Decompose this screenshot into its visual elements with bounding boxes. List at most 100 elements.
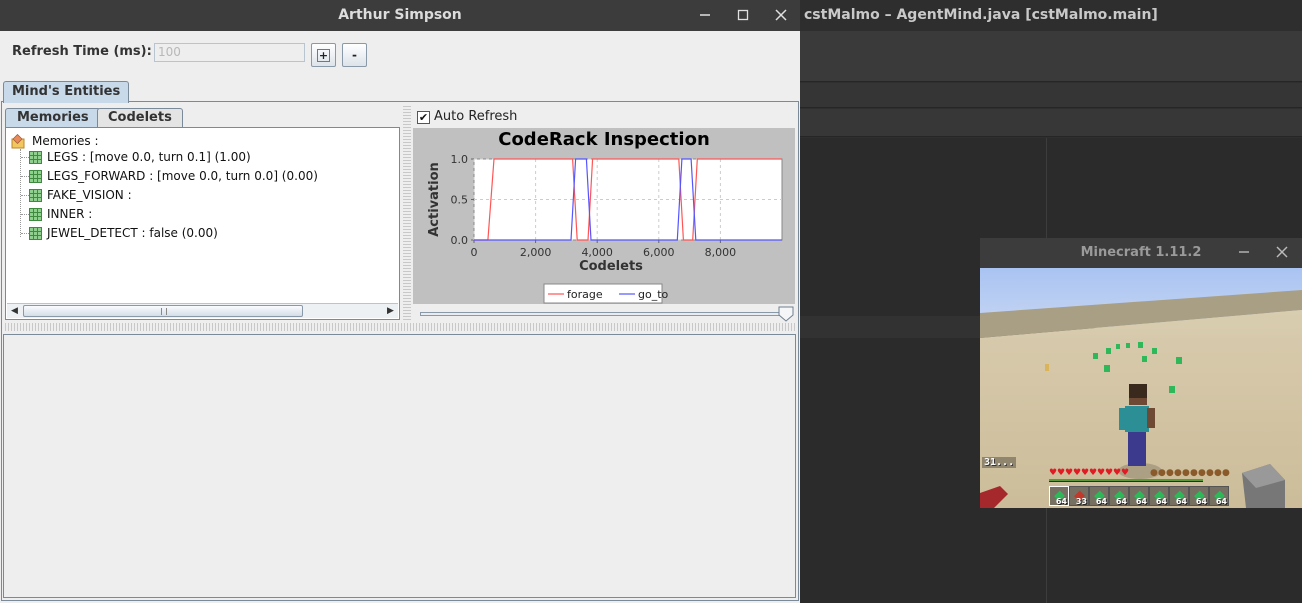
hunger-icon: ● (1214, 468, 1222, 478)
hunger-icon: ● (1158, 468, 1166, 478)
tree-item-label: FAKE_VISION : (47, 188, 132, 202)
hunger-icon: ● (1182, 468, 1190, 478)
tree-item[interactable]: LEGS : [move 0.0, turn 0.1] (1.00) (29, 148, 251, 167)
tree-item[interactable]: FAKE_VISION : (29, 186, 132, 205)
time-slider[interactable] (420, 306, 794, 322)
memories-tree[interactable]: Memories : LEGS : [move 0.0, turn 0.1] (… (7, 129, 398, 302)
tree-horizontal-scrollbar[interactable]: ◀ ▶ (7, 303, 398, 318)
tree-item-label: INNER : (47, 207, 93, 221)
hotbar-slot[interactable]: 64 (1129, 486, 1149, 506)
tree-connector (21, 214, 29, 215)
decrease-refresh-button[interactable]: - (342, 43, 367, 67)
scroll-left-icon[interactable]: ◀ (7, 304, 22, 318)
memories-tree-panel: Memories : LEGS : [move 0.0, turn 0.1] (… (5, 127, 400, 320)
auto-refresh-checkbox[interactable]: ✔ (417, 111, 430, 124)
hotbar-count: 64 (1135, 497, 1147, 506)
auto-refresh-label: Auto Refresh (434, 109, 518, 124)
hotbar-slot[interactable]: 64 (1209, 486, 1229, 506)
x-tick-label: 6,000 (643, 246, 675, 259)
tree-connector (21, 233, 29, 234)
ide-title: cstMalmo – AgentMind.java [cstMalmo.main… (800, 0, 1302, 31)
mind-viewer-window: Arthur Simpson Refresh Time (ms): 100 + … (0, 0, 800, 603)
tree-item[interactable]: LEGS_FORWARD : [move 0.0, turn 0.0] (0.0… (29, 167, 318, 186)
maximize-button[interactable] (731, 4, 755, 28)
plus-label: + (317, 49, 330, 62)
refresh-time-label: Refresh Time (ms): (12, 44, 152, 59)
split-pane-divider-vertical[interactable] (403, 104, 411, 322)
scrollbar-grip (161, 308, 167, 315)
hotbar-slot[interactable]: 64 (1169, 486, 1189, 506)
memory-grid-icon (29, 151, 42, 164)
coderack-chart: 0.0 0.5 1.0 0 2,000 4,000 6,000 8,000 Codelets Ac… (413, 128, 795, 304)
heart-icon: ♥ (1057, 468, 1065, 478)
plot-area (473, 158, 783, 241)
heart-icon: ♥ (1121, 468, 1129, 478)
chart-canvas: 0.0 0.5 1.0 0 2,000 4,000 6,000 8,000 Codelets Ac… (427, 153, 783, 304)
y-axis-label: Activation (427, 162, 442, 237)
heart-icon: ♥ (1049, 468, 1057, 478)
hotbar-slot[interactable]: 64 (1189, 486, 1209, 506)
hunger-icon: ● (1222, 468, 1230, 478)
x-tick-label: 4,000 (581, 246, 613, 259)
close-icon[interactable] (1274, 244, 1290, 260)
tree-item-label: LEGS : [move 0.0, turn 0.1] (1.00) (47, 150, 251, 164)
x-axis-label: Codelets (579, 259, 643, 274)
debug-overlay-text: 31... (982, 457, 1017, 468)
heart-icon: ♥ (1065, 468, 1073, 478)
split-pane-divider-horizontal[interactable] (3, 323, 797, 331)
y-tick-label: 1.0 (451, 153, 469, 166)
refresh-time-input[interactable]: 100 (154, 43, 305, 62)
tree-root-label: Memories : (32, 134, 99, 148)
slider-track[interactable] (420, 312, 792, 316)
detail-panel (3, 334, 796, 598)
hotbar-slot[interactable]: 64 (1049, 486, 1069, 506)
window-title: Arthur Simpson (338, 7, 462, 23)
tab-minds-entities[interactable]: Mind's Entities (3, 81, 130, 103)
heart-icon: ♥ (1073, 468, 1081, 478)
close-button[interactable] (769, 4, 793, 28)
minecraft-titlebar[interactable]: Minecraft 1.11.2 (980, 238, 1302, 268)
minimize-icon (700, 14, 710, 16)
window-titlebar[interactable]: Arthur Simpson (0, 0, 800, 31)
hotbar-count: 64 (1175, 497, 1187, 506)
hotbar-slot[interactable]: 33 (1069, 486, 1089, 506)
tree-item-label: LEGS_FORWARD : [move 0.0, turn 0.0] (0.0… (47, 169, 318, 183)
hotbar-slot[interactable]: 64 (1149, 486, 1169, 506)
chart-title: CodeRack Inspection (498, 129, 710, 150)
memory-grid-icon (29, 208, 42, 221)
heart-icon: ♥ (1105, 468, 1113, 478)
minimize-icon[interactable] (1236, 244, 1252, 260)
scroll-right-icon[interactable]: ▶ (383, 304, 398, 318)
hotbar-count: 64 (1155, 497, 1167, 506)
tab-codelets[interactable]: Codelets (97, 108, 183, 128)
minecraft-viewport[interactable]: ♥ ♥ ♥ ♥ ♥ ♥ ♥ ♥ ♥ ♥ ● ● ● ● ● ● ● ● ● ● 31... 64 33 64 64 64 64… (980, 268, 1302, 508)
heart-icon: ♥ (1113, 468, 1121, 478)
tab-memories[interactable]: Memories (5, 108, 101, 128)
scrollbar-thumb[interactable] (23, 305, 303, 317)
hotbar-count: 64 (1095, 497, 1107, 506)
tree-item[interactable]: JEWEL_DETECT : false (0.00) (29, 224, 218, 243)
tree-item-label: JEWEL_DETECT : false (0.00) (47, 226, 218, 240)
maximize-icon (737, 9, 749, 21)
ide-toolbar (800, 31, 1302, 82)
increase-refresh-button[interactable]: + (311, 43, 336, 67)
heart-icon: ♥ (1097, 468, 1105, 478)
hunger-icon: ● (1190, 468, 1198, 478)
tree-connector (20, 149, 21, 237)
hunger-icon: ● (1150, 468, 1158, 478)
hotbar-slot[interactable]: 64 (1109, 486, 1129, 506)
hotbar-slot[interactable]: 64 (1089, 486, 1109, 506)
hud-hearts: ♥ ♥ ♥ ♥ ♥ ♥ ♥ ♥ ♥ ♥ (1049, 468, 1129, 478)
tree-connector (21, 195, 29, 196)
minecraft-window: Minecraft 1.11.2 ♥ ♥ ♥ ♥ ♥ ♥ ♥ ♥ ♥ ♥ ● ●… (980, 238, 1302, 508)
tree-item[interactable]: INNER : (29, 205, 92, 224)
ide-tabbar (800, 109, 1302, 137)
hotbar-count: 64 (1215, 497, 1227, 506)
minimize-button[interactable] (693, 4, 717, 28)
slider-thumb[interactable] (778, 306, 794, 322)
x-tick-label: 8,000 (705, 246, 737, 259)
y-tick-label: 0.5 (451, 194, 469, 207)
hunger-icon: ● (1206, 468, 1214, 478)
tree-connector (21, 157, 29, 158)
heart-icon: ♥ (1081, 468, 1089, 478)
